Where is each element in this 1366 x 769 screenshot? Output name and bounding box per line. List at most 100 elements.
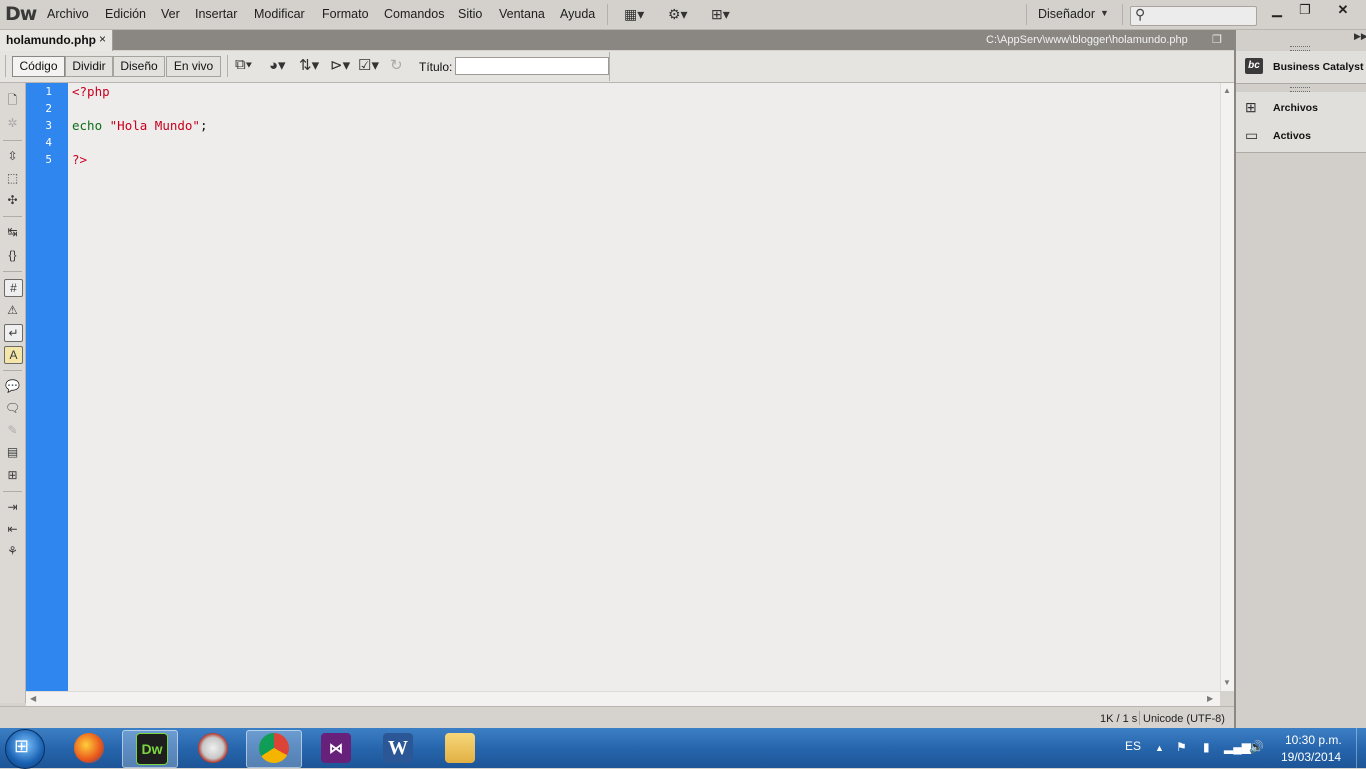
menu-ventana[interactable]: Ventana	[499, 7, 545, 21]
word-icon[interactable]: W	[383, 733, 413, 763]
code-editor[interactable]	[68, 83, 1220, 691]
workspace-switcher[interactable]: Diseñador	[1038, 7, 1095, 21]
show-code-navigator-icon[interactable]: ✲	[4, 115, 21, 131]
volume-icon[interactable]: 🔊	[1249, 740, 1264, 754]
panel-activos[interactable]: Activos	[1273, 130, 1311, 142]
outdent-code-icon[interactable]: ⇤	[4, 521, 21, 537]
layout-icon[interactable]: ▦▾	[624, 6, 644, 23]
highlight-invalid-code-icon[interactable]: ⚠	[4, 302, 21, 318]
word-wrap-icon[interactable]: ↵	[4, 324, 23, 342]
title-input[interactable]	[455, 57, 609, 75]
dreamweaver-icon: Dw	[136, 733, 168, 765]
toolbar-separator	[3, 216, 22, 217]
title-label: Título:	[419, 60, 453, 74]
restore-icon[interactable]: ❐	[1212, 33, 1222, 46]
view-design-button[interactable]: Diseño	[113, 56, 165, 77]
menu-sitio[interactable]: Sitio	[458, 7, 482, 21]
close-icon[interactable]: ×	[99, 32, 106, 46]
indent-code-icon[interactable]: ⇥	[4, 499, 21, 515]
preview-browser-icon[interactable]: ◕▾	[269, 56, 286, 74]
search-input[interactable]	[1130, 6, 1257, 26]
menu-ayuda[interactable]: Ayuda	[560, 7, 595, 21]
semicolon: ;	[199, 118, 208, 133]
file-explorer-icon[interactable]	[445, 733, 475, 763]
menu-modificar[interactable]: Modificar	[254, 7, 305, 21]
battery-icon[interactable]: ▮	[1203, 740, 1210, 754]
move-css-icon[interactable]: ⊞	[4, 467, 21, 483]
toolbar-separator	[3, 491, 22, 492]
briefcase-icon: ▭	[1245, 127, 1259, 143]
clock-time[interactable]: 10:30 p.m.	[1285, 733, 1342, 747]
horizontal-scrollbar[interactable]	[26, 691, 1220, 706]
show-desktop-button[interactable]	[1356, 728, 1366, 768]
firefox-icon[interactable]	[74, 733, 104, 763]
view-code-button[interactable]: Código	[12, 56, 65, 77]
recent-snippets-icon[interactable]: ▤	[4, 444, 21, 460]
code-line-echo: echo "Hola Mundo";	[72, 117, 207, 134]
encoding-status[interactable]: Unicode (UTF-8)	[1143, 713, 1225, 725]
scroll-down-icon[interactable]: ▼	[1223, 678, 1231, 687]
document-tab-label: holamundo.php	[6, 33, 96, 47]
menu-comandos[interactable]: Comandos	[384, 7, 444, 21]
scroll-left-icon[interactable]: ◀	[30, 694, 36, 703]
maximize-button[interactable]: ❐	[1288, 0, 1322, 19]
view-live-button[interactable]: En vivo	[166, 56, 221, 77]
menu-insertar[interactable]: Insertar	[195, 7, 237, 21]
visual-studio-icon[interactable]: ⋈	[321, 733, 351, 763]
line-numbers-icon[interactable]: #	[4, 279, 23, 297]
w3c-validation-icon[interactable]: ⊳▾	[330, 56, 350, 74]
select-parent-tag-icon[interactable]: ↹	[4, 224, 21, 240]
show-hidden-icons-icon[interactable]: ▲	[1155, 743, 1164, 753]
language-indicator[interactable]: ES	[1125, 739, 1141, 753]
network-signal-icon[interactable]: ▂▄▆	[1224, 740, 1251, 754]
chevron-down-icon: ▼	[1100, 8, 1109, 18]
open-documents-icon[interactable]: 🗋	[4, 92, 21, 108]
sitemap-icon: ⊞	[1245, 99, 1257, 115]
business-catalyst-icon: bc	[1245, 58, 1263, 74]
multiscreen-icon[interactable]: ⧉▾	[235, 56, 252, 73]
panel-archivos[interactable]: Archivos	[1273, 102, 1318, 114]
menu-ver[interactable]: Ver	[161, 7, 180, 21]
menu-separator	[1122, 4, 1123, 25]
view-split-button[interactable]: Dividir	[65, 56, 113, 77]
syntax-coloring-icon[interactable]: A	[4, 346, 23, 364]
check-page-icon[interactable]: ☑▾	[358, 56, 379, 74]
toolbar-separator	[227, 55, 228, 77]
search-icon: ⚲	[1135, 6, 1146, 22]
site-manager-icon[interactable]: ⊞▾	[711, 6, 730, 23]
file-management-icon[interactable]: ⇅▾	[299, 56, 319, 74]
ccleaner-icon[interactable]	[198, 733, 228, 763]
download-size: 1K / 1 s	[1100, 713, 1138, 725]
vertical-scrollbar[interactable]	[1220, 83, 1235, 691]
scroll-up-icon[interactable]: ▲	[1223, 86, 1231, 95]
clock-date[interactable]: 19/03/2014	[1281, 750, 1341, 764]
code-line-php-close: ?>	[72, 152, 88, 167]
close-button[interactable]: ✕	[1322, 0, 1364, 19]
apply-comment-icon[interactable]: 💬	[4, 378, 21, 394]
menu-archivo[interactable]: Archivo	[47, 7, 89, 21]
toolbar-separator	[3, 271, 22, 272]
format-source-icon[interactable]: ⚘	[4, 543, 21, 559]
toolbar-separator	[609, 52, 610, 81]
remove-comment-icon[interactable]: 🗨	[4, 400, 21, 416]
refresh-icon[interactable]: ↻	[390, 56, 403, 74]
toolbar-grip	[5, 55, 6, 77]
status-bar	[0, 706, 1234, 729]
menu-edicion[interactable]: Edición	[105, 7, 146, 21]
line-number: 3	[45, 119, 52, 132]
collapse-selection-icon[interactable]: ⬚	[4, 170, 21, 186]
menu-separator	[607, 4, 608, 25]
toolbar-separator	[3, 370, 22, 371]
menu-formato[interactable]: Formato	[322, 7, 369, 21]
string-literal: "Hola Mundo"	[109, 118, 200, 133]
wrap-tag-icon[interactable]: ✎	[4, 422, 21, 438]
balance-braces-icon[interactable]: {}	[4, 247, 21, 263]
business-catalyst-label: Business Catalyst	[1273, 61, 1364, 73]
line-number: 1	[45, 85, 52, 98]
gear-icon[interactable]: ⚙▾	[668, 6, 688, 23]
scroll-right-icon[interactable]: ▶	[1207, 694, 1213, 703]
action-center-flag-icon[interactable]: ⚑	[1176, 740, 1187, 754]
expand-all-icon[interactable]: ✣	[4, 192, 21, 208]
collapse-full-tag-icon[interactable]: ⇳	[4, 148, 21, 164]
collapse-panels-icon[interactable]: ▶▶	[1354, 31, 1366, 42]
